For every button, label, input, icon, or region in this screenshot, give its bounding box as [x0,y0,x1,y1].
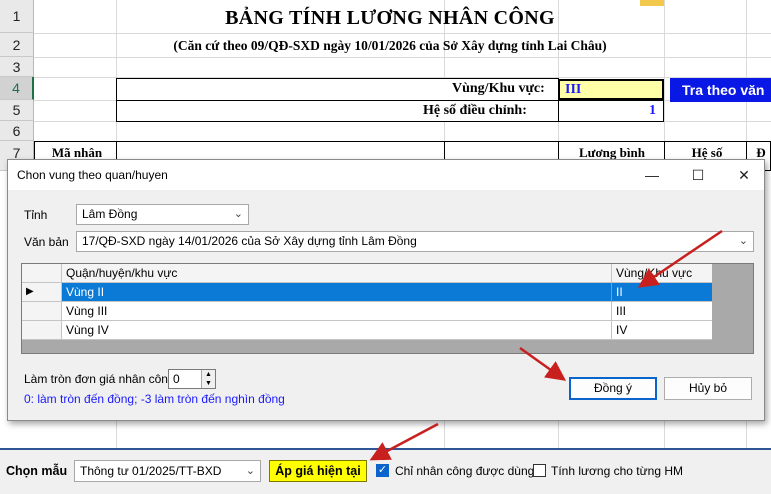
labor-only-label: Chỉ nhân công được dùng [395,464,535,478]
district-cell: Vùng II [62,283,612,302]
maximize-icon[interactable]: ☐ [678,160,718,190]
row-selector[interactable] [22,302,62,321]
province-label: Tỉnh [24,208,48,222]
province-value: Lâm Đồng [82,207,138,221]
row-header-4[interactable]: 4 [0,77,34,100]
region-label: Vùng/Khu vực: [452,81,545,96]
row-header-2[interactable]: 2 [0,33,34,57]
rounding-stepper[interactable]: 0 ▲ ▼ [168,369,216,389]
region-cell: IV [616,323,628,337]
province-select[interactable]: Lâm Đồng ⌄ [76,204,249,225]
row-selector[interactable]: ▶ [22,283,62,302]
grid-header-row: Quận/huyện/khu vực Vùng/Khu vực [22,264,712,283]
per-item-checkbox[interactable] [533,464,546,477]
table-row[interactable]: Vùng IV IV [62,321,712,340]
rounding-value: 0 [173,372,180,386]
grid-col-district[interactable]: Quận/huyện/khu vực [62,264,612,283]
cell-highlight [640,0,664,6]
template-value: Thông tư 01/2025/TT-BXD [80,464,222,478]
district-cell: Vùng III [62,302,612,321]
row-header-3[interactable]: 3 [0,57,34,77]
district-cell: Vùng IV [62,321,612,340]
row-header-1[interactable]: 1 [0,0,34,33]
apply-current-price-button[interactable]: Áp giá hiện tại [269,460,367,482]
document-select[interactable]: 17/QĐ-SXD ngày 14/01/2026 của Sở Xây dựn… [76,231,754,252]
rounding-label: Làm tròn đơn giá nhân công [24,372,175,386]
bottom-toolbar: Chọn mẫu Thông tư 01/2025/TT-BXD ⌄ Áp gi… [0,448,771,494]
template-select[interactable]: Thông tư 01/2025/TT-BXD ⌄ [74,460,261,482]
grid-corner [22,264,62,283]
close-icon[interactable]: ✕ [724,160,764,190]
document-label: Văn bản [24,235,69,249]
lookup-by-document-button[interactable]: Tra theo văn [670,78,771,102]
document-value: 17/QĐ-SXD ngày 14/01/2026 của Sở Xây dựn… [82,234,417,248]
minimize-icon[interactable]: — [632,160,672,190]
adjust-value: 1 [649,103,656,118]
chevron-down-icon: ⌄ [738,235,748,247]
region-cell[interactable]: III [558,79,664,100]
chevron-down-icon: ⌄ [245,465,255,477]
district-grid: Quận/huyện/khu vực Vùng/Khu vực ▶ Vùng I… [21,263,754,354]
table-row[interactable]: Vùng II II [62,283,712,302]
chevron-down-icon: ⌄ [233,208,243,220]
spin-buttons[interactable]: ▲ ▼ [201,370,215,388]
region-cell: II [616,285,623,299]
template-label: Chọn mẫu [6,464,68,478]
gridline [34,33,771,34]
row-selector[interactable] [22,321,62,340]
gridline [34,57,771,58]
labor-only-checkbox[interactable]: ✓ [376,464,389,477]
cancel-button[interactable]: Hủy bỏ [664,377,752,400]
region-cell: III [616,304,627,318]
rounding-hint: 0: làm tròn đến đồng; -3 làm tròn đến ng… [24,392,285,406]
dialog-title: Chon vung theo quan/huyen [17,168,168,182]
adjust-label: Hệ số điều chỉnh: [423,103,527,118]
row-pointer-icon: ▶ [26,286,34,297]
ok-button[interactable]: Đồng ý [569,377,657,400]
sheet-title: BẢNG TÍNH LƯƠNG NHÂN CÔNG [225,7,555,29]
sheet-subtitle: (Căn cứ theo 09/QĐ-SXD ngày 10/01/2026 c… [173,38,607,53]
region-dialog: Chon vung theo quan/huyen — ☐ ✕ Tỉnh Lâm… [7,159,765,421]
grid-col-region[interactable]: Vùng/Khu vực [612,264,712,283]
row-header-6[interactable]: 6 [0,121,34,141]
per-item-label: Tính lương cho từng HM [551,464,683,478]
dialog-titlebar[interactable]: Chon vung theo quan/huyen — ☐ ✕ [8,160,764,190]
row-header-5[interactable]: 5 [0,100,34,121]
table-row[interactable]: Vùng III III [62,302,712,321]
info-divider [116,100,559,101]
